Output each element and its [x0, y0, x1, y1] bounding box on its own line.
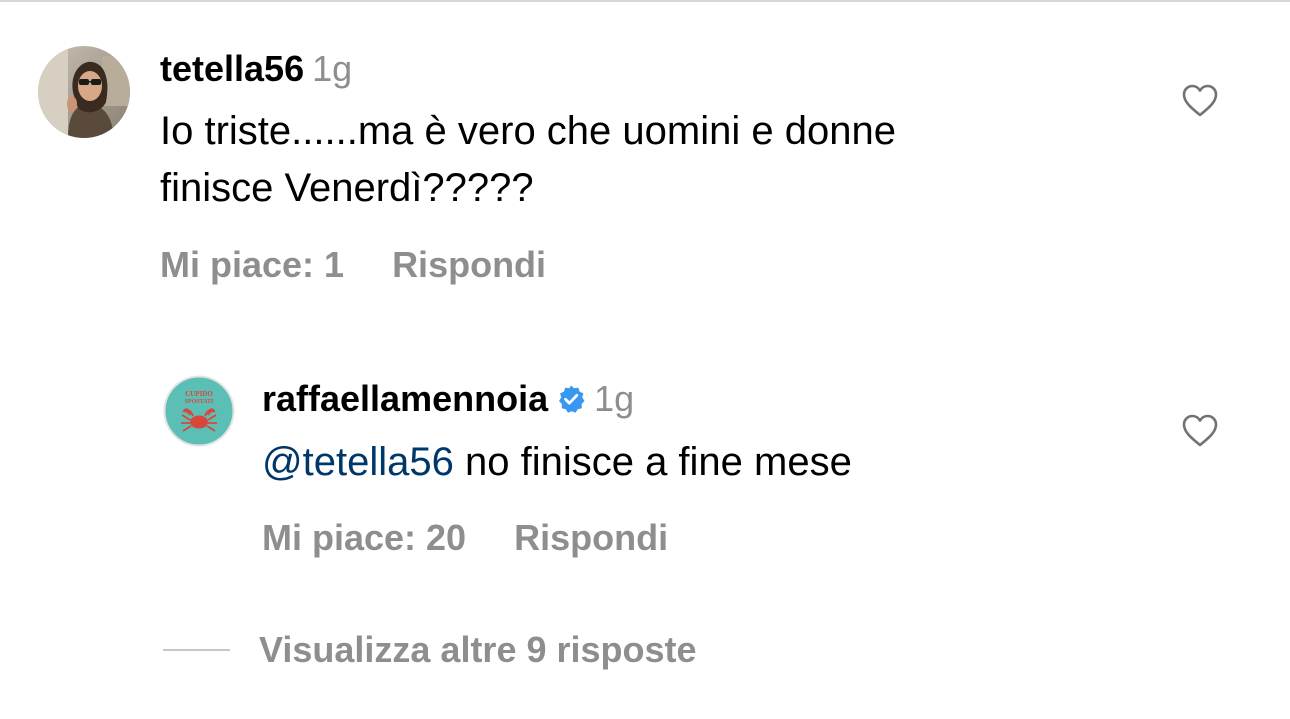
comment-text-line: Io triste......ma è vero che uomini e do… [160, 109, 896, 153]
username[interactable]: tetella56 [160, 48, 304, 89]
avatar[interactable] [38, 46, 130, 138]
comment-actions: Mi piace: 20 Rispondi [262, 517, 668, 559]
comment-text-line: finisce Venerdì????? [160, 166, 534, 210]
heart-outline-icon[interactable] [1182, 84, 1218, 118]
timestamp: 1g [312, 48, 353, 89]
comment-text: Io triste......ma è vero che uomini e do… [160, 103, 896, 217]
comment-header: tetella56 1g [160, 48, 352, 90]
heart-outline-icon[interactable] [1182, 414, 1218, 448]
avatar-text-line-2: SPOSTATI [185, 399, 214, 405]
reply-button[interactable]: Rispondi [514, 517, 668, 558]
likes-count[interactable]: Mi piace: 1 [160, 244, 344, 285]
avatar[interactable]: CUPIDO SPOSTATI [163, 375, 235, 447]
comment-actions: Mi piace: 1 Rispondi [160, 244, 546, 286]
view-more-replies-label[interactable]: Visualizza altre 9 risposte [259, 628, 697, 672]
reply-button[interactable]: Rispondi [392, 244, 546, 285]
avatar-text-line-1: CUPIDO [185, 390, 213, 398]
comment-text: @tetella56 no finisce a fine mese [262, 434, 852, 491]
timestamp: 1g [594, 378, 635, 419]
replies-divider-line [163, 649, 230, 651]
comment-header: raffaellamennoia 1g [262, 378, 634, 423]
likes-count[interactable]: Mi piace: 20 [262, 517, 466, 558]
mention-link[interactable]: @tetella56 [262, 440, 454, 484]
reply-text: no finisce a fine mese [464, 440, 852, 484]
verified-badge-icon [556, 381, 586, 423]
top-divider [0, 0, 1290, 2]
username[interactable]: raffaellamennoia [262, 378, 548, 419]
